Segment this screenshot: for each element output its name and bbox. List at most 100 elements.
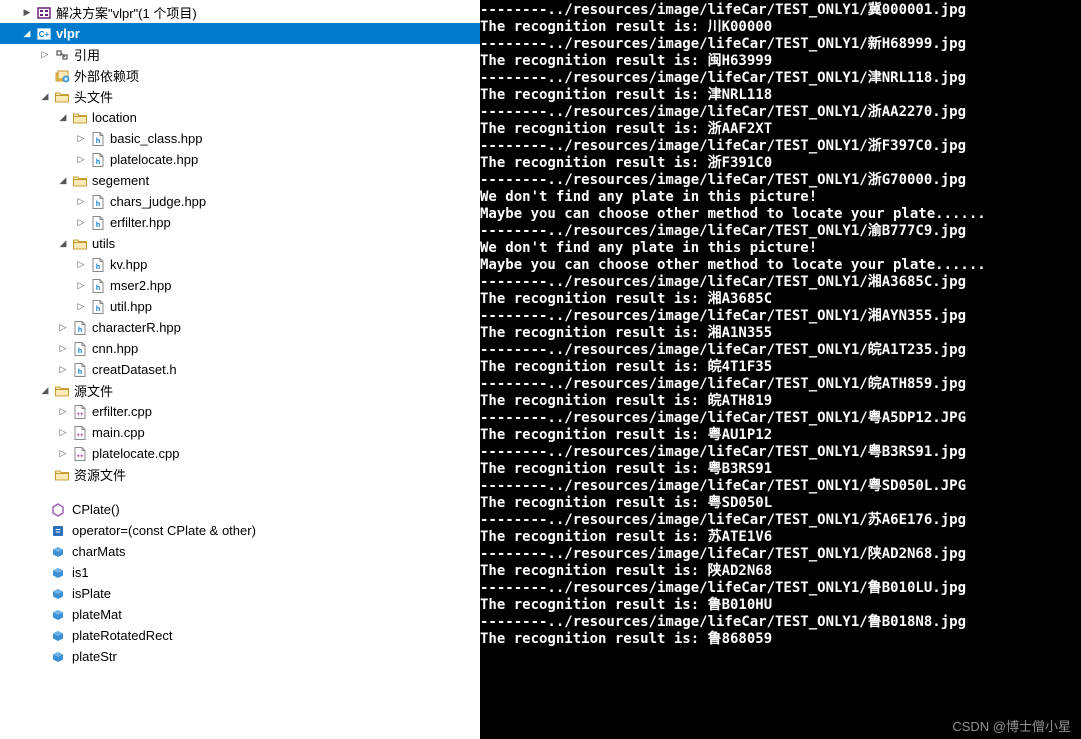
hpp-icon: h: [90, 278, 106, 294]
tree-item-label: basic_class.hpp: [110, 131, 203, 146]
hpp-icon: h: [90, 299, 106, 315]
svg-text:h: h: [78, 327, 82, 334]
tree-item[interactable]: ◢utils: [0, 233, 480, 254]
tree-item[interactable]: ▷hutil.hpp: [0, 296, 480, 317]
solution-icon: [36, 5, 52, 21]
member-label: CPlate(): [72, 502, 120, 517]
tree-item-label: 资源文件: [74, 465, 126, 484]
expander-icon[interactable]: ▷: [74, 300, 88, 314]
expander-icon[interactable]: ▶: [20, 6, 34, 20]
ref-icon: [54, 47, 70, 63]
expander-icon[interactable]: ◢: [56, 111, 70, 125]
tree-item-label: platelocate.hpp: [110, 152, 198, 167]
tree-item-label: erfilter.cpp: [92, 404, 152, 419]
console-output: --------../resources/image/lifeCar/TEST_…: [480, 0, 1081, 739]
svg-text:++: ++: [76, 454, 84, 460]
member-label: is1: [72, 565, 89, 580]
member-item[interactable]: plateMat: [0, 604, 480, 625]
tree-item[interactable]: ▷hbasic_class.hpp: [0, 128, 480, 149]
expander-icon[interactable]: ◢: [56, 237, 70, 251]
tree-item[interactable]: ◢C+vlpr: [0, 23, 480, 44]
expander-icon[interactable]: ▷: [56, 447, 70, 461]
svg-text:h: h: [96, 201, 100, 208]
expander-icon[interactable]: [38, 468, 52, 482]
tree-item[interactable]: ▷ h characterR.hpp: [0, 317, 480, 338]
tree-item-label: 头文件: [74, 87, 113, 106]
tree-item-label: characterR.hpp: [92, 320, 181, 335]
tree-item-label: 引用: [74, 45, 100, 64]
hpp-icon: h: [90, 194, 106, 210]
hpp-icon: h: [90, 215, 106, 231]
folder-icon: [54, 467, 70, 483]
svg-text:h: h: [96, 222, 100, 229]
tree-item-label: cnn.hpp: [92, 341, 138, 356]
member-label: charMats: [72, 544, 125, 559]
cpp-icon: ++: [72, 446, 88, 462]
tree-item[interactable]: 外部依赖项: [0, 65, 480, 86]
folder-icon: [72, 173, 88, 189]
expander-icon[interactable]: ▷: [56, 342, 70, 356]
svg-text:h: h: [96, 306, 100, 313]
expander-icon[interactable]: ◢: [38, 384, 52, 398]
member-label: plateMat: [72, 607, 122, 622]
tree-item[interactable]: ▷ h chars_judge.hpp: [0, 191, 480, 212]
expander-icon[interactable]: ▷: [56, 321, 70, 335]
expander-icon[interactable]: ▷: [74, 195, 88, 209]
tree-item[interactable]: ▷++main.cpp: [0, 422, 480, 443]
member-item[interactable]: charMats: [0, 541, 480, 562]
tree-item[interactable]: ▷hcnn.hpp: [0, 338, 480, 359]
member-item[interactable]: plateRotatedRect: [0, 625, 480, 646]
tree-item-label: 外部依赖项: [74, 66, 139, 85]
member-label: operator=(const CPlate & other): [72, 523, 256, 538]
svg-text:++: ++: [76, 433, 84, 439]
member-item[interactable]: CPlate(): [0, 499, 480, 520]
tree-item[interactable]: ▷ ++ platelocate.cpp: [0, 443, 480, 464]
field-icon: [50, 649, 66, 665]
hpp-icon: h: [90, 152, 106, 168]
tree-item-label: platelocate.cpp: [92, 446, 179, 461]
member-item[interactable]: plateStr: [0, 646, 480, 667]
member-item[interactable]: isPlate: [0, 583, 480, 604]
member-item[interactable]: is1: [0, 562, 480, 583]
expander-icon[interactable]: [38, 69, 52, 83]
tree-item[interactable]: ▷herfilter.hpp: [0, 212, 480, 233]
tree-item-label: vlpr: [56, 26, 80, 41]
tree-item[interactable]: 资源文件: [0, 464, 480, 485]
expander-icon[interactable]: ▷: [56, 363, 70, 377]
expander-icon[interactable]: ◢: [38, 90, 52, 104]
expander-icon[interactable]: ◢: [56, 174, 70, 188]
tree-item[interactable]: ◢源文件: [0, 380, 480, 401]
folder-icon: [54, 383, 70, 399]
expander-icon[interactable]: ▷: [74, 279, 88, 293]
expander-icon[interactable]: ▷: [56, 405, 70, 419]
expander-icon[interactable]: ◢: [20, 27, 34, 41]
expander-icon[interactable]: ▷: [74, 258, 88, 272]
ext-icon: [54, 68, 70, 84]
member-item[interactable]: = operator=(const CPlate & other): [0, 520, 480, 541]
svg-text:h: h: [96, 285, 100, 292]
expander-icon[interactable]: ▷: [38, 48, 52, 62]
expander-icon[interactable]: ▷: [74, 216, 88, 230]
tree-item[interactable]: ▷hkv.hpp: [0, 254, 480, 275]
tree-item[interactable]: ▷ h creatDataset.h: [0, 359, 480, 380]
tree-item-label: chars_judge.hpp: [110, 194, 206, 209]
expander-icon[interactable]: ▷: [56, 426, 70, 440]
tree-item-label: location: [92, 110, 137, 125]
tree-item[interactable]: ▷hmser2.hpp: [0, 275, 480, 296]
svg-text:++: ++: [76, 412, 84, 418]
svg-text:=: =: [55, 526, 60, 536]
svg-text:h: h: [96, 159, 100, 166]
solution-explorer: ▶解决方案"vlpr"(1 个项目)◢C+vlpr ▷ 引用外部依赖项 ◢ 头文件 ◢ lo…: [0, 0, 480, 739]
tree-item[interactable]: ◢segement: [0, 170, 480, 191]
tree-item[interactable]: ▷ ++ erfilter.cpp: [0, 401, 480, 422]
tree-item[interactable]: ▷ h platelocate.hpp: [0, 149, 480, 170]
svg-text:h: h: [78, 369, 82, 376]
tree-item[interactable]: ◢ 头文件: [0, 86, 480, 107]
tree-item[interactable]: ▷ 引用: [0, 44, 480, 65]
expander-icon[interactable]: ▷: [74, 153, 88, 167]
tree-item-label: creatDataset.h: [92, 362, 177, 377]
expander-icon[interactable]: ▷: [74, 132, 88, 146]
tree-item[interactable]: ◢ location: [0, 107, 480, 128]
tree-item[interactable]: ▶解决方案"vlpr"(1 个项目): [0, 2, 480, 23]
project-tree: ▶解决方案"vlpr"(1 个项目)◢C+vlpr ▷ 引用外部依赖项 ◢ 头文件 ◢ lo…: [0, 2, 480, 485]
